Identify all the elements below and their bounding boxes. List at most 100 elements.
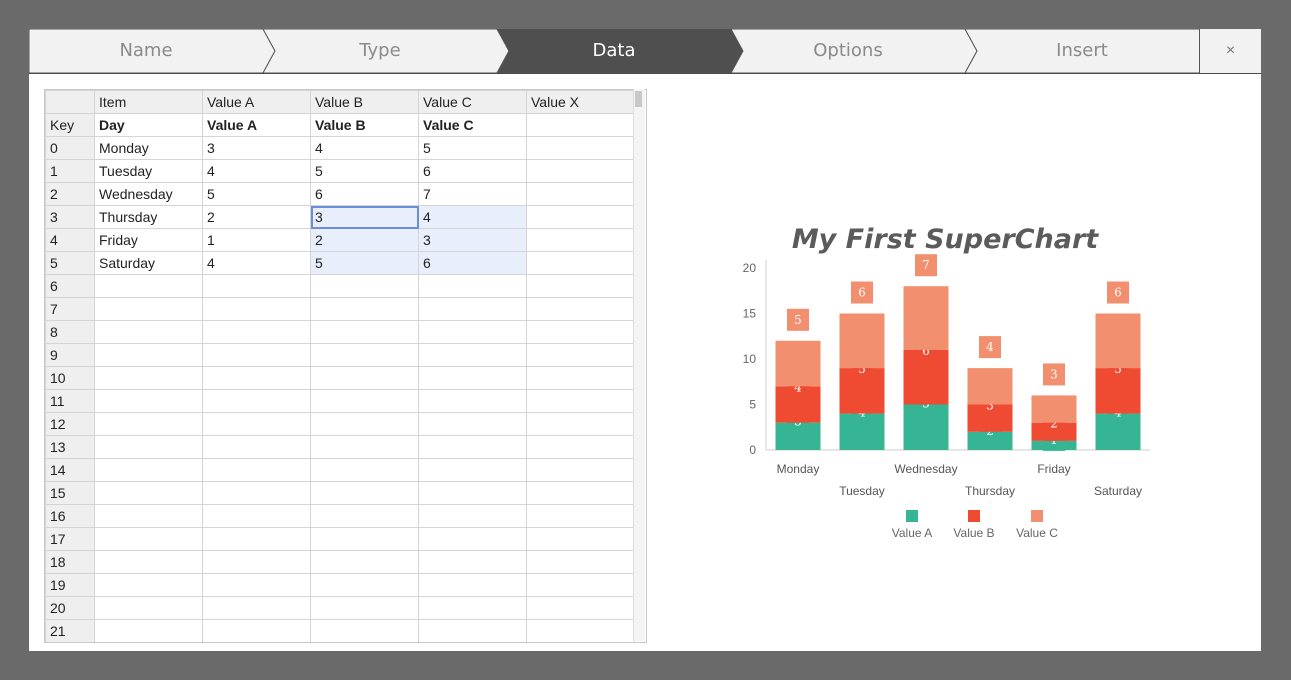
grid-cell[interactable]: [310, 435, 419, 459]
step-name[interactable]: Name: [29, 29, 263, 73]
row-header-cell[interactable]: 17: [45, 527, 95, 551]
grid-cell[interactable]: Value C: [418, 113, 527, 137]
grid-cell[interactable]: Thursday: [94, 205, 203, 229]
grid-cell[interactable]: [526, 619, 635, 642]
grid-cell[interactable]: 4: [202, 159, 311, 183]
grid-cell[interactable]: [418, 435, 527, 459]
grid-cell[interactable]: [94, 504, 203, 528]
grid-cell[interactable]: 6: [418, 159, 527, 183]
grid-cell[interactable]: [310, 527, 419, 551]
grid-cell[interactable]: [418, 389, 527, 413]
data-spreadsheet[interactable]: Item Value A Value B Value C Value X Key Day Va…: [44, 89, 647, 643]
grid-cell[interactable]: 3: [202, 136, 311, 160]
data-grid[interactable]: Item Value A Value B Value C Value X Key Day Va…: [45, 90, 635, 642]
grid-cell[interactable]: [94, 550, 203, 574]
grid-cell[interactable]: [310, 389, 419, 413]
grid-cell[interactable]: [418, 458, 527, 482]
grid-cell[interactable]: [418, 412, 527, 436]
grid-cell[interactable]: [526, 504, 635, 528]
grid-cell[interactable]: [526, 550, 635, 574]
grid-cell[interactable]: [310, 412, 419, 436]
row-header-cell[interactable]: 9: [45, 343, 95, 367]
grid-cell[interactable]: Item: [94, 90, 203, 114]
grid-cell[interactable]: [94, 527, 203, 551]
row-header-cell[interactable]: 1: [45, 159, 95, 183]
grid-cell[interactable]: [418, 343, 527, 367]
grid-cell[interactable]: [94, 573, 203, 597]
grid-cell[interactable]: [202, 596, 311, 620]
grid-cell[interactable]: [202, 435, 311, 459]
grid-cell[interactable]: [202, 458, 311, 482]
step-insert[interactable]: Insert: [965, 29, 1199, 73]
grid-cell[interactable]: [310, 619, 419, 642]
row-header-cell[interactable]: 3: [45, 205, 95, 229]
grid-cell[interactable]: [202, 550, 311, 574]
row-header-cell[interactable]: 11: [45, 389, 95, 413]
grid-cell[interactable]: [526, 274, 635, 298]
step-type[interactable]: Type: [263, 29, 497, 73]
grid-cell[interactable]: [526, 320, 635, 344]
grid-cell[interactable]: Value X: [526, 90, 635, 114]
grid-cell[interactable]: [202, 297, 311, 321]
close-icon[interactable]: ×: [1199, 29, 1261, 73]
grid-cell[interactable]: 2: [202, 205, 311, 229]
step-data[interactable]: Data: [497, 29, 731, 73]
grid-cell[interactable]: 6: [310, 182, 419, 206]
grid-cell[interactable]: [526, 481, 635, 505]
row-header-cell[interactable]: 13: [45, 435, 95, 459]
grid-cell[interactable]: [202, 366, 311, 390]
row-header-cell[interactable]: 0: [45, 136, 95, 160]
grid-cell[interactable]: [418, 366, 527, 390]
grid-cell[interactable]: [94, 297, 203, 321]
grid-cell[interactable]: [526, 343, 635, 367]
grid-cell[interactable]: [526, 366, 635, 390]
grid-cell[interactable]: [310, 274, 419, 298]
row-header-cell[interactable]: 8: [45, 320, 95, 344]
grid-cell[interactable]: [526, 205, 635, 229]
grid-cell[interactable]: [526, 596, 635, 620]
grid-cell[interactable]: [526, 389, 635, 413]
grid-cell[interactable]: [310, 504, 419, 528]
grid-cell[interactable]: Saturday: [94, 251, 203, 275]
row-header-cell[interactable]: 15: [45, 481, 95, 505]
grid-cell[interactable]: [202, 619, 311, 642]
grid-cell[interactable]: [202, 412, 311, 436]
grid-cell[interactable]: [418, 573, 527, 597]
grid-cell[interactable]: [418, 619, 527, 642]
grid-cell[interactable]: 5: [202, 182, 311, 206]
grid-cell[interactable]: Value A: [202, 90, 311, 114]
grid-cell[interactable]: [94, 596, 203, 620]
grid-cell[interactable]: [94, 435, 203, 459]
row-header-cell[interactable]: 5: [45, 251, 95, 275]
grid-cell[interactable]: [202, 504, 311, 528]
grid-cell[interactable]: [94, 412, 203, 436]
row-header-cell[interactable]: 20: [45, 596, 95, 620]
grid-cell[interactable]: [526, 113, 635, 137]
row-header-cell[interactable]: 14: [45, 458, 95, 482]
row-header-cell[interactable]: 2: [45, 182, 95, 206]
grid-cell[interactable]: [202, 481, 311, 505]
row-header-cell[interactable]: 7: [45, 297, 95, 321]
grid-cell[interactable]: Friday: [94, 228, 203, 252]
grid-cell[interactable]: [526, 136, 635, 160]
row-header-cell[interactable]: 21: [45, 619, 95, 642]
grid-cell[interactable]: Value B: [310, 90, 419, 114]
grid-cell[interactable]: [526, 458, 635, 482]
grid-cell[interactable]: [202, 389, 311, 413]
row-header-cell[interactable]: 10: [45, 366, 95, 390]
grid-cell[interactable]: [310, 458, 419, 482]
grid-cell[interactable]: [310, 297, 419, 321]
grid-cell[interactable]: Wednesday: [94, 182, 203, 206]
row-header-cell[interactable]: [45, 90, 95, 114]
grid-cell[interactable]: [94, 366, 203, 390]
grid-cell[interactable]: [526, 412, 635, 436]
grid-cell[interactable]: [310, 366, 419, 390]
grid-cell[interactable]: Value A: [202, 113, 311, 137]
grid-cell[interactable]: Value C: [418, 90, 527, 114]
grid-cell[interactable]: [94, 619, 203, 642]
grid-cell[interactable]: Day: [94, 113, 203, 137]
grid-cell[interactable]: [526, 228, 635, 252]
row-header-cell[interactable]: 4: [45, 228, 95, 252]
grid-cell[interactable]: 4: [418, 205, 527, 229]
grid-cell[interactable]: [418, 550, 527, 574]
